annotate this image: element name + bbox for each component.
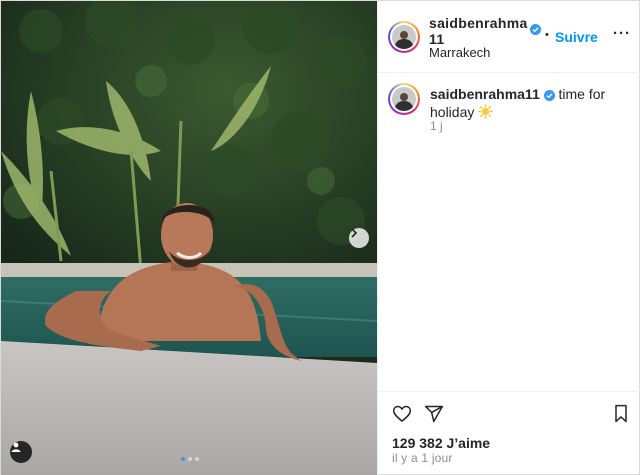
post-sidebar: saidbenrahma11 • Suivre Marrakech ··· sa… (377, 1, 640, 475)
post-photo[interactable] (1, 1, 377, 475)
carousel-dot-2 (188, 457, 192, 461)
carousel-indicator (181, 457, 199, 461)
post-header: saidbenrahma11 • Suivre Marrakech ··· (378, 1, 640, 73)
likes-count[interactable]: 129 382 J’aime (392, 435, 490, 451)
sun-emoji (478, 104, 493, 119)
follow-button[interactable]: Suivre (555, 29, 598, 45)
verified-icon (543, 89, 555, 101)
more-icon[interactable]: ··· (613, 25, 631, 42)
user-tag-icon (11, 442, 21, 452)
next-arrow-icon (351, 228, 358, 238)
post-actions: 129 382 J’aime il y a 1 jour (378, 391, 640, 475)
caption-text: saidbenrahma11 time for holiday (430, 85, 630, 121)
photo-scene (1, 1, 377, 475)
caption-username[interactable]: saidbenrahma11 (430, 86, 540, 102)
user-tag-button[interactable] (10, 441, 32, 463)
header-username[interactable]: saidbenrahma11 (429, 15, 529, 47)
location-link[interactable]: Marrakech (429, 45, 490, 60)
post-date: il y a 1 jour (392, 451, 453, 465)
heart-icon[interactable] (392, 404, 412, 424)
carousel-dot-1 (181, 457, 185, 461)
avatar[interactable] (388, 21, 420, 53)
post-dialog: saidbenrahma11 • Suivre Marrakech ··· sa… (0, 0, 640, 475)
header-separator: • (545, 29, 549, 41)
carousel-dot-3 (195, 457, 199, 461)
caption-avatar[interactable] (388, 83, 420, 115)
next-slide-button[interactable] (349, 228, 369, 248)
share-icon[interactable] (424, 404, 444, 424)
verified-icon (530, 24, 541, 35)
caption-age[interactable]: 1 j (430, 119, 443, 133)
bookmark-icon[interactable] (612, 404, 630, 424)
